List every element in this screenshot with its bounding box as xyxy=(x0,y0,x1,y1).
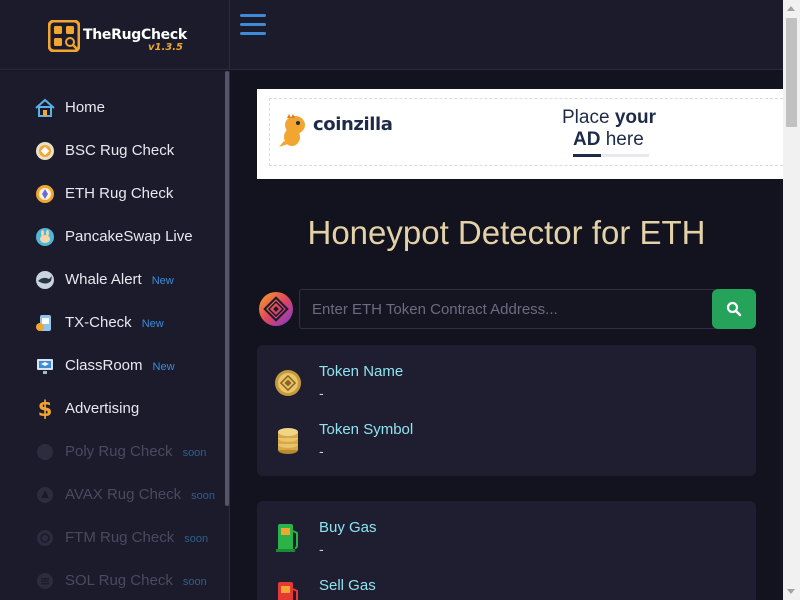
polygon-coin-icon xyxy=(34,441,56,463)
classroom-icon xyxy=(34,355,56,377)
sidebar-item-label: Poly Rug Check xyxy=(65,443,173,460)
sidebar-item-label: PancakeSwap Live xyxy=(65,228,193,245)
gas-info-card: Buy Gas - Sell Gas xyxy=(257,501,756,600)
sidebar-item-sol-rug-check: SOL Rug Check soon xyxy=(0,559,224,600)
coin-stack-icon xyxy=(273,423,303,457)
sidebar-item-tx-check[interactable]: TX-Check New xyxy=(0,301,224,344)
sidebar-item-label: Advertising xyxy=(65,400,140,417)
sidebar-item-pancakeswap-live[interactable]: PancakeSwap Live xyxy=(0,215,224,258)
sidebar-item-home[interactable]: Home xyxy=(0,86,224,129)
soon-badge: soon xyxy=(182,576,207,588)
buy-gas-label: Buy Gas xyxy=(319,519,377,536)
fantom-coin-icon xyxy=(34,527,56,549)
search-icon xyxy=(726,301,742,317)
sidebar-item-label: ETH Rug Check xyxy=(65,185,174,202)
sidebar-item-label: SOL Rug Check xyxy=(65,572,173,589)
coinzilla-mascot-icon xyxy=(279,114,305,147)
eth-token-logo-icon xyxy=(259,292,293,326)
scroll-down-arrow-icon[interactable] xyxy=(787,589,795,594)
sidebar-item-bsc-rug-check[interactable]: BSC Rug Check xyxy=(0,129,224,172)
therugcheck-logo-icon xyxy=(48,20,80,52)
sidebar-item-label: ClassRoom xyxy=(65,357,143,374)
tx-check-icon xyxy=(34,312,56,334)
sidebar-item-eth-rug-check[interactable]: ETH Rug Check xyxy=(0,172,224,215)
sidebar-item-label: AVAX Rug Check xyxy=(65,486,182,503)
ad-line1-pre: Place xyxy=(562,107,615,128)
sidebar-item-label: TX-Check xyxy=(65,314,132,331)
sell-gas-label: Sell Gas xyxy=(319,577,376,594)
ad-frame: coinzilla Place your AD here xyxy=(269,98,783,166)
new-badge: New xyxy=(151,275,174,287)
page-title: Honeypot Detector for ETH xyxy=(307,214,706,251)
top-bar: TheRugCheck v1.3.5 xyxy=(0,0,783,70)
sidebar-item-poly-rug-check: Poly Rug Check soon xyxy=(0,430,224,473)
buy-gas-value: - xyxy=(319,541,324,557)
sidebar-scrollbar[interactable] xyxy=(225,71,229,506)
solana-coin-icon xyxy=(34,570,56,592)
ad-underline xyxy=(573,154,601,157)
token-symbol-label: Token Symbol xyxy=(319,421,414,438)
scroll-up-arrow-icon[interactable] xyxy=(787,6,795,11)
brand-name: TheRugCheck xyxy=(83,27,187,43)
sidebar-item-classroom[interactable]: ClassRoom New xyxy=(0,344,224,387)
ad-underline-light xyxy=(601,154,649,157)
sidebar-item-label: BSC Rug Check xyxy=(65,142,175,159)
dollar-icon: $ xyxy=(37,396,53,421)
sidebar-item-label: FTM Rug Check xyxy=(65,529,175,546)
sidebar-item-label: Home xyxy=(65,99,106,116)
sidebar-item-ftm-rug-check: FTM Rug Check soon xyxy=(0,516,224,559)
soon-badge: soon xyxy=(182,447,207,459)
new-badge: New xyxy=(152,361,175,373)
sidebar-item-whale-alert[interactable]: Whale Alert New xyxy=(0,258,224,301)
eth-coin-icon xyxy=(34,183,56,205)
red-gas-pump-icon xyxy=(273,578,303,600)
token-info-card: Token Name - Token Symbol - xyxy=(257,345,756,476)
soon-badge: soon xyxy=(191,490,216,502)
ad-line2-post: here xyxy=(600,129,644,150)
hamburger-menu-icon[interactable] xyxy=(240,14,266,38)
ad-line2-bold: AD xyxy=(573,129,601,150)
brand[interactable]: TheRugCheck v1.3.5 xyxy=(0,0,230,70)
token-address-input[interactable] xyxy=(299,289,715,329)
sidebar-item-label: Whale Alert xyxy=(65,271,142,288)
pancakeswap-bunny-icon xyxy=(34,226,56,248)
brand-version: v1.3.5 xyxy=(148,42,183,53)
avax-coin-icon xyxy=(34,484,56,506)
scrollbar-thumb[interactable] xyxy=(786,18,797,127)
coinzilla-ad-banner[interactable]: coinzilla Place your AD here xyxy=(257,89,783,179)
coinzilla-brand: coinzilla xyxy=(313,114,393,135)
home-icon xyxy=(34,97,56,119)
search-bar xyxy=(257,289,756,329)
page-scrollbar[interactable] xyxy=(783,0,800,600)
sidebar: Home BSC Rug Check ETH Rug Check Pancake… xyxy=(0,71,230,600)
token-name-value: - xyxy=(319,385,324,401)
sidebar-item-advertising[interactable]: $ Advertising xyxy=(0,387,224,430)
sidebar-item-avax-rug-check: AVAX Rug Check soon xyxy=(0,473,224,516)
soon-badge: soon xyxy=(184,533,209,545)
ad-line1-bold: your xyxy=(614,107,656,128)
whale-icon xyxy=(34,269,56,291)
new-badge: New xyxy=(141,318,164,330)
bsc-coin-icon xyxy=(34,140,56,162)
token-symbol-value: - xyxy=(319,443,324,459)
green-gas-pump-icon xyxy=(273,520,303,554)
token-name-coin-icon xyxy=(273,366,303,400)
search-button[interactable] xyxy=(712,289,756,329)
main-content: coinzilla Place your AD here Honeypot De… xyxy=(230,71,783,600)
token-name-label: Token Name xyxy=(319,363,404,380)
